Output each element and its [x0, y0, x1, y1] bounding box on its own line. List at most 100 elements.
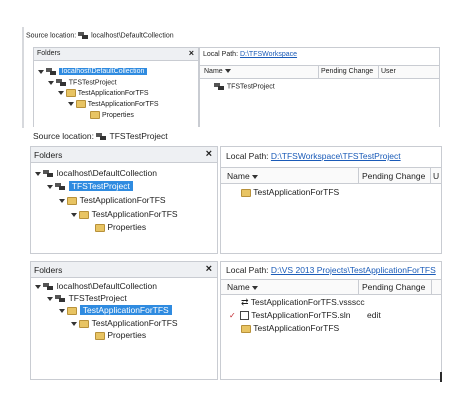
project-icon: [55, 78, 67, 87]
tree-item-collection[interactable]: localhost\DefaultCollection: [38, 67, 148, 76]
source-location: Source location: localhost\DefaultCollec…: [26, 31, 174, 40]
tree-item-label: Properties: [107, 330, 147, 340]
local-path-label: Local Path:: [203, 51, 239, 58]
expand-icon[interactable]: [58, 91, 64, 95]
column-header-row: Name Pending Change: [221, 279, 441, 295]
tree-item-label: localhost\DefaultCollection: [58, 68, 148, 76]
folders-title: Folders: [34, 150, 63, 160]
solution-file-icon: [240, 311, 250, 321]
tree-item-project[interactable]: TFSTestProject: [47, 181, 133, 191]
tree-item-label: TestApplicationForTFS: [87, 100, 159, 108]
folder-icon: [65, 89, 76, 97]
tree-item-properties[interactable]: Properties: [90, 111, 134, 119]
column-name[interactable]: Name: [204, 68, 231, 75]
tree-item-label: TestApplicationForTFS: [77, 89, 149, 97]
file-row[interactable]: ⇄ TestApplicationForTFS.vssscc: [241, 297, 365, 308]
project-icon: [55, 294, 66, 303]
pending-change-value: edit: [367, 310, 381, 320]
source-location-value: TFSTestProject: [109, 131, 168, 141]
source-control-binding-icon: ⇄: [241, 297, 249, 307]
tree-item-properties[interactable]: Properties: [95, 330, 146, 340]
folder-icon: [95, 223, 105, 232]
file-name: TestApplicationForTFS: [253, 187, 340, 197]
tree-item-subfolder[interactable]: TestApplicationForTFS: [68, 100, 159, 108]
server-icon: [45, 67, 57, 76]
server-icon: [43, 169, 54, 178]
folder-icon: [67, 306, 78, 315]
column-user[interactable]: User: [381, 68, 396, 75]
expand-icon[interactable]: [68, 102, 74, 106]
screenshot-panel-3: Folders × localhost\DefaultCollection TF…: [30, 261, 442, 380]
tree-item-collection[interactable]: localhost\DefaultCollection: [35, 168, 157, 178]
files-pane: Local Path: D:\TFSWorkspace\TFSTestProje…: [220, 146, 442, 254]
expand-icon[interactable]: [35, 171, 41, 176]
sort-icon: [252, 285, 259, 290]
expand-icon[interactable]: [35, 284, 41, 289]
local-path-label: Local Path:: [226, 151, 269, 161]
tree-item-properties[interactable]: Properties: [95, 222, 146, 232]
expand-icon[interactable]: [47, 184, 53, 189]
files-pane: Local Path: D:\VS 2013 Projects\TestAppl…: [220, 261, 442, 380]
expand-icon[interactable]: [38, 69, 44, 74]
screenshot-panel-2: Source location: TFSTestProject Folders …: [30, 127, 442, 254]
project-icon: [214, 82, 225, 91]
file-name: TFSTestProject: [226, 83, 275, 91]
tree-item-label: localhost\DefaultCollection: [56, 281, 157, 291]
tree-item-subfolder[interactable]: TestApplicationForTFS: [71, 318, 178, 328]
tree-item-label: TestApplicationForTFS: [91, 209, 178, 219]
close-icon[interactable]: ×: [189, 48, 194, 58]
folders-title: Folders: [37, 50, 61, 57]
close-icon[interactable]: ×: [206, 263, 212, 275]
close-icon[interactable]: ×: [206, 148, 212, 160]
local-path: Local Path: D:\TFSWorkspace: [203, 51, 297, 58]
folder-icon: [90, 111, 100, 119]
tree-item-project[interactable]: TFSTestProject: [48, 78, 117, 87]
file-row[interactable]: ✓ TestApplicationForTFS.sln: [229, 310, 351, 321]
expand-icon[interactable]: [48, 80, 54, 85]
expand-icon[interactable]: [71, 212, 77, 217]
sort-icon: [252, 174, 259, 179]
expand-icon[interactable]: [59, 308, 65, 313]
column-pending-change[interactable]: Pending Change: [321, 68, 373, 75]
column-header-row: Name Pending Change U: [221, 167, 441, 184]
tree-item-subfolder[interactable]: TestApplicationForTFS: [71, 209, 178, 219]
column-pending-change[interactable]: Pending Change: [362, 171, 425, 181]
file-name: TestApplicationForTFS: [253, 323, 340, 333]
left-edge-bar: [22, 27, 24, 128]
folders-header: Folders ×: [31, 147, 217, 163]
file-row[interactable]: TFSTestProject: [214, 82, 275, 91]
tree-item-label: TFSTestProject: [68, 79, 117, 87]
server-icon: [78, 31, 89, 40]
expand-icon[interactable]: [47, 296, 53, 301]
sort-icon: [224, 69, 231, 74]
column-name[interactable]: Name: [227, 282, 259, 292]
tree-item-label: TestApplicationForTFS: [79, 305, 172, 315]
local-path-link[interactable]: D:\TFSWorkspace: [240, 51, 297, 58]
screenshot-panel-1: Source location: localhost\DefaultCollec…: [22, 27, 440, 128]
local-path-link[interactable]: D:\TFSWorkspace\TFSTestProject: [271, 151, 401, 161]
expand-icon[interactable]: [71, 321, 77, 326]
column-name[interactable]: Name: [227, 171, 259, 181]
tree-item-folder[interactable]: TestApplicationForTFS: [59, 305, 172, 315]
column-user[interactable]: U: [433, 171, 439, 181]
local-path-link[interactable]: D:\VS 2013 Projects\TestApplicationForTF…: [271, 265, 436, 275]
tree-item-folder[interactable]: TestApplicationForTFS: [59, 195, 166, 205]
tree-item-folder[interactable]: TestApplicationForTFS: [58, 89, 149, 97]
tree-item-label: TFSTestProject: [68, 181, 133, 191]
tree-item-label: localhost\DefaultCollection: [56, 168, 157, 178]
tree-item-label: Properties: [101, 111, 134, 119]
source-location-label: Source location:: [26, 32, 77, 40]
folder-icon: [79, 319, 90, 328]
column-pending-change[interactable]: Pending Change: [362, 282, 425, 292]
folders-title: Folders: [34, 265, 63, 275]
file-row[interactable]: TestApplicationForTFS: [241, 187, 339, 197]
folder-icon: [241, 324, 251, 333]
source-location-label: Source location:: [33, 131, 94, 141]
tree-item-project[interactable]: TFSTestProject: [47, 293, 127, 303]
file-row[interactable]: TestApplicationForTFS: [241, 323, 339, 333]
folder-icon: [79, 210, 90, 219]
expand-icon[interactable]: [59, 198, 65, 203]
tree-item-collection[interactable]: localhost\DefaultCollection: [35, 281, 157, 291]
file-name: TestApplicationForTFS.vssscc: [250, 297, 365, 307]
folders-pane: Folders × localhost\DefaultCollection TF…: [30, 146, 218, 254]
